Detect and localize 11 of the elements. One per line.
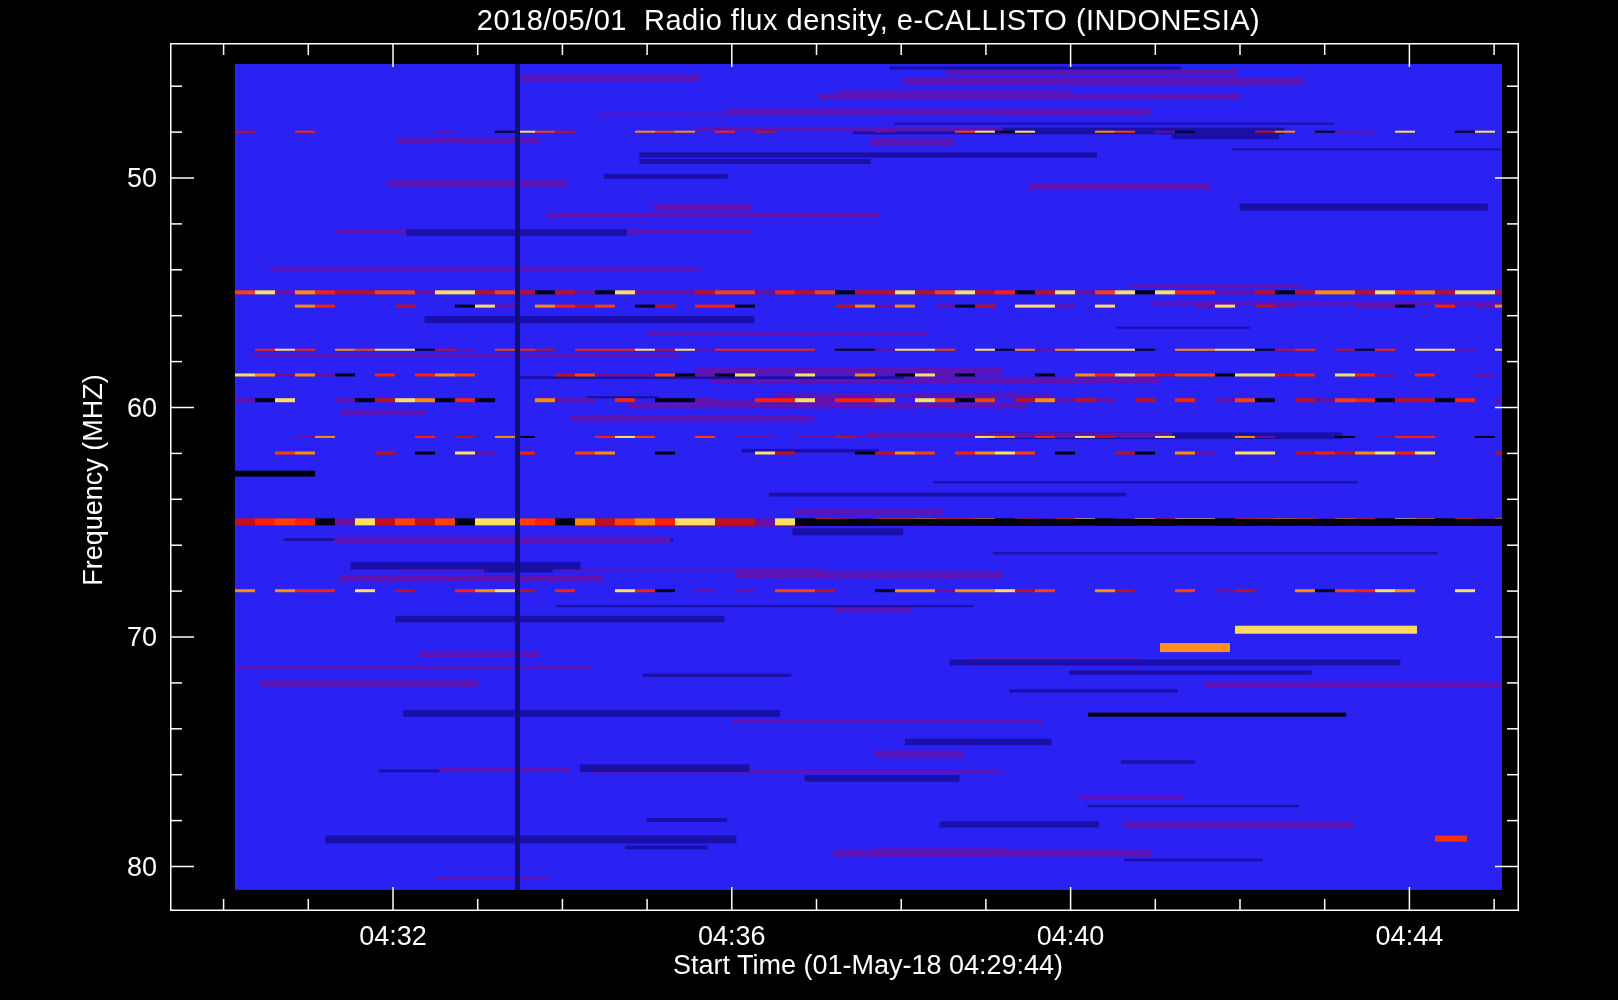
x-tick-label: 04:44: [1375, 921, 1444, 951]
x-tick-label: 04:32: [359, 921, 427, 951]
chart-title: 2018/05/01 Radio flux density, e-CALLISTO (INDONESIA): [475, 3, 1262, 38]
y-tick-label: 70: [126, 622, 157, 652]
x-axis-label: Start Time (01-May-18 04:29:44): [672, 950, 1064, 981]
y-tick-label: 60: [126, 392, 157, 423]
x-tick-label: 04:36: [698, 921, 766, 951]
y-tick-label: 80: [126, 851, 157, 882]
y-tick-label: 50: [126, 163, 157, 193]
x-tick-label: 04:40: [1036, 921, 1105, 951]
y-axis-label: Frequency (MHZ): [77, 374, 109, 586]
